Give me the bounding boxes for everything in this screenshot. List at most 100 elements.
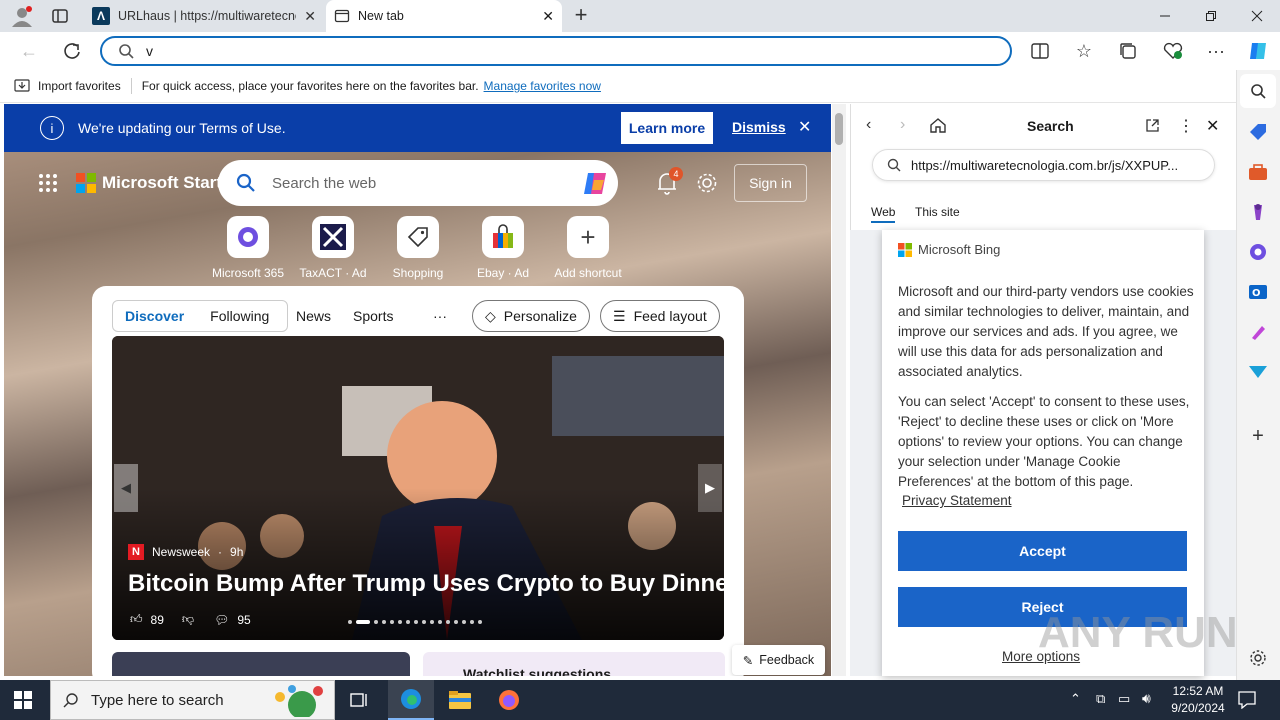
carousel-dot[interactable] [414,620,418,624]
sidebar-send-icon[interactable] [1246,360,1270,384]
next-slide-icon[interactable]: ▶ [698,464,722,512]
brand-title[interactable]: Microsoft Start [102,173,222,193]
carousel-dot[interactable] [430,620,434,624]
new-tab-plus-icon[interactable]: + [570,4,592,27]
close-banner-icon[interactable]: ✕ [798,117,811,137]
tray-volume-icon[interactable]: 🔊︎ [1142,690,1151,707]
settings-gear-icon[interactable] [696,172,718,194]
carousel-dot[interactable] [374,620,378,624]
like-icon[interactable]: 👍︎ [130,612,143,627]
address-bar[interactable]: v [100,36,1012,66]
carousel-dot[interactable] [406,620,410,624]
shortcut-shopping[interactable]: Shopping [378,216,458,280]
prev-slide-icon[interactable]: ◀ [114,464,138,512]
tab-new-tab[interactable]: New tab ✕ [326,0,562,32]
pane-back-icon[interactable]: ‹ [866,116,871,134]
pane-search-box[interactable]: https://multiwaretecnologia.com.br/js/XX… [872,149,1215,181]
dislike-icon[interactable]: 👎︎ [182,612,194,627]
personalize-button[interactable]: ◇ Personalize [472,300,590,332]
tray-display-icon[interactable]: ▭ [1118,691,1130,707]
favorites-star-icon[interactable]: ☆ [1069,36,1099,66]
minimize-icon[interactable] [1142,0,1188,32]
tab-actions-icon[interactable] [52,8,68,24]
hero-story[interactable]: ◀ ▶ N Newsweek · 9h Bitcoin Bump After T… [112,336,724,640]
pane-tab-this-site[interactable]: This site [915,205,960,219]
carousel-dot[interactable] [348,620,352,624]
web-search-input[interactable]: Search the web [272,175,564,192]
accept-button[interactable]: Accept [898,531,1187,571]
sidebar-outlook-icon[interactable]: O [1246,280,1270,304]
carousel-dots[interactable] [348,620,482,624]
windows-start-icon[interactable] [14,691,32,709]
tab-following-label[interactable]: Following [210,308,269,324]
shortcut-ebay[interactable]: Ebay · Ad [463,216,543,280]
carousel-dot[interactable] [398,620,402,624]
sidebar-games-icon[interactable] [1246,200,1270,224]
carousel-dot[interactable] [438,620,442,624]
import-favorites-label[interactable]: Import favorites [38,79,121,93]
sidebar-shopping-tag-icon[interactable] [1246,120,1270,144]
tab-urlhaus[interactable]: Λ URLhaus | https://multiwaretecnologia.… [84,0,324,32]
sign-in-button[interactable]: Sign in [734,164,807,202]
collections-icon[interactable] [1113,36,1143,66]
taskbar-search-box[interactable]: Type here to search [50,680,335,720]
carousel-dot[interactable] [446,620,450,624]
carousel-dot[interactable] [422,620,426,624]
copilot-icon[interactable] [580,168,610,198]
pane-forward-icon[interactable]: › [900,116,905,134]
notification-center-icon[interactable] [1238,691,1256,709]
taskbar-time[interactable]: 12:52 AM [1170,684,1226,698]
sidebar-add-icon[interactable]: + [1246,424,1270,448]
privacy-statement-link[interactable]: Privacy Statement [902,493,1012,508]
taskbar-firefox-icon[interactable] [497,688,521,712]
more-tabs-icon[interactable]: ··· [433,300,447,332]
feedback-button[interactable]: ✎ Feedback [732,645,825,675]
carousel-dot[interactable] [470,620,474,624]
page-scrollbar[interactable] [832,104,846,676]
add-shortcut-button[interactable]: + Add shortcut [548,216,628,280]
import-favorites-icon[interactable] [14,79,30,93]
dismiss-link[interactable]: Dismiss [732,119,786,135]
sidebar-microsoft-365-icon[interactable] [1246,240,1270,264]
carousel-dot[interactable] [454,620,458,624]
more-menu-icon[interactable]: ··· [1201,36,1231,66]
pane-search-input[interactable]: https://multiwaretecnologia.com.br/js/XX… [911,158,1178,173]
task-view-icon[interactable] [350,691,370,709]
close-window-icon[interactable] [1234,0,1280,32]
tab-news[interactable]: News [296,300,331,332]
shortcut-taxact[interactable]: TaxACT · Ad [293,216,373,280]
address-input[interactable]: v [146,43,153,59]
sidebar-search-icon-active[interactable] [1240,74,1276,108]
web-search-box[interactable]: Search the web [218,160,618,206]
split-screen-icon[interactable] [1025,36,1055,66]
pane-home-icon[interactable] [929,117,947,133]
taskbar-search-input[interactable]: Type here to search [91,692,224,709]
watchlist-card[interactable]: Watchlist suggestions [423,652,725,676]
close-tab-icon[interactable]: ✕ [542,8,554,25]
sidebar-designer-icon[interactable] [1246,320,1270,344]
carousel-dot[interactable] [390,620,394,624]
sidebar-settings-icon[interactable] [1246,646,1270,670]
open-in-new-tab-icon[interactable] [1145,118,1160,133]
news-card-preview[interactable] [112,652,410,676]
pane-close-icon[interactable]: ✕ [1206,116,1219,136]
profile-avatar[interactable] [10,5,34,27]
tray-chevron-icon[interactable]: ⌃ [1070,691,1081,707]
scrollbar-thumb[interactable] [835,113,843,145]
carousel-dot-active[interactable] [356,620,370,624]
pane-more-icon[interactable]: ⋮ [1178,116,1194,136]
taskbar-edge-icon[interactable] [388,680,434,720]
carousel-dot[interactable] [462,620,466,624]
tray-network-icon[interactable]: ⧉ [1096,691,1105,707]
comment-icon[interactable]: 💬︎ [214,613,229,627]
back-icon[interactable]: ← [14,36,44,66]
copilot-icon[interactable] [1243,36,1273,66]
pane-tab-web[interactable]: Web [871,205,896,223]
tab-sports[interactable]: Sports [353,300,393,332]
learn-more-button[interactable]: Learn more [621,112,713,144]
browser-essentials-icon[interactable] [1158,36,1188,66]
sidebar-tools-icon[interactable] [1246,160,1270,184]
carousel-dot[interactable] [382,620,386,624]
shortcut-microsoft-365[interactable]: Microsoft 365 [208,216,288,280]
taskbar-file-explorer-icon[interactable] [448,689,472,711]
